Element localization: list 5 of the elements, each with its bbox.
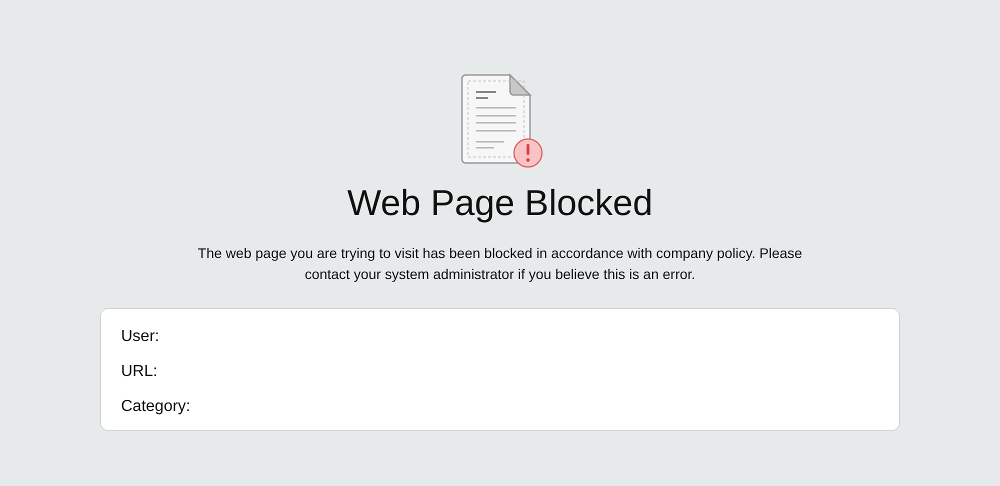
block-message: The web page you are trying to visit has been blocked in accordance with company policy. Please contact your system administrator if you believe this is an error. [196,244,804,284]
detail-label: URL: [121,363,158,381]
page-title: Web Page Blocked [347,181,653,225]
detail-label: User: [121,328,160,346]
detail-label: Category: [121,398,190,416]
